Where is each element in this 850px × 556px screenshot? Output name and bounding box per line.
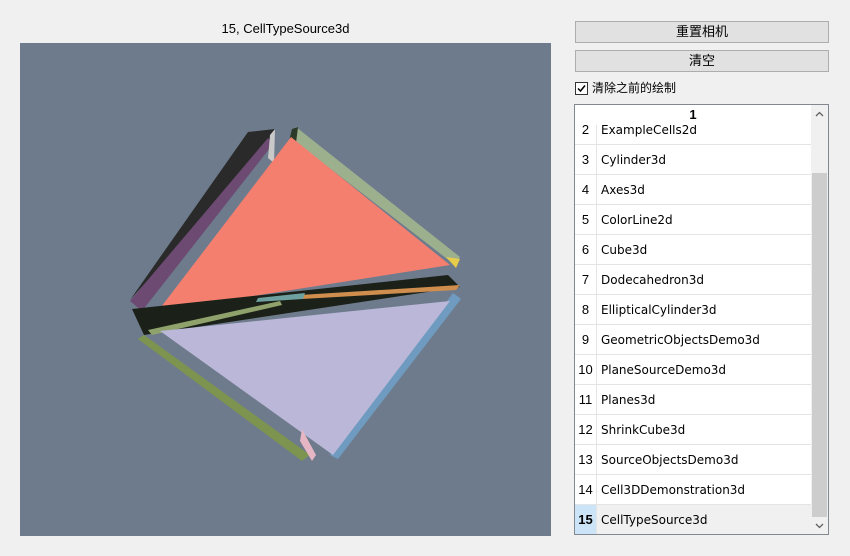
- row-name: GeometricObjectsDemo3d: [601, 332, 760, 347]
- row-name: Planes3d: [601, 392, 656, 407]
- row-name: ShrinkCube3d: [601, 422, 686, 437]
- list-item[interactable]: 12 ShrinkCube3d: [575, 415, 811, 445]
- row-number: 4: [575, 175, 597, 204]
- row-number: 10: [575, 355, 597, 384]
- row-name: Cube3d: [601, 242, 648, 257]
- row-number: 8: [575, 295, 597, 324]
- row-number: 12: [575, 415, 597, 444]
- 3d-scene[interactable]: [20, 43, 551, 536]
- row-name: Dodecahedron3d: [601, 272, 705, 287]
- row-number: 9: [575, 325, 597, 354]
- clear-button[interactable]: 清空: [575, 50, 829, 72]
- scroll-down-arrow-icon[interactable]: [811, 517, 828, 534]
- list-item[interactable]: 4 Axes3d: [575, 175, 811, 205]
- list-item[interactable]: 3 Cylinder3d: [575, 145, 811, 175]
- list-item[interactable]: 9 GeometricObjectsDemo3d: [575, 325, 811, 355]
- clear-previous-label: 清除之前的绘制: [592, 81, 677, 95]
- row-name: ColorLine2d: [601, 212, 673, 227]
- list-item[interactable]: 13 SourceObjectsDemo3d: [575, 445, 811, 475]
- render-viewport[interactable]: [20, 43, 551, 536]
- list-item[interactable]: 14 Cell3DDemonstration3d: [575, 475, 811, 505]
- row-number: 14: [575, 475, 597, 504]
- list-item[interactable]: 7 Dodecahedron3d: [575, 265, 811, 295]
- row-number: 5: [575, 205, 597, 234]
- row-number: 6: [575, 235, 597, 264]
- row-number: 11: [575, 385, 597, 414]
- row-name: PlaneSourceDemo3d: [601, 362, 727, 377]
- row-number: 15: [575, 505, 597, 534]
- row-number: 7: [575, 265, 597, 294]
- row-number: 13: [575, 445, 597, 474]
- list-item[interactable]: 6 Cube3d: [575, 235, 811, 265]
- list-item[interactable]: 11 Planes3d: [575, 385, 811, 415]
- list-item[interactable]: 5 ColorLine2d: [575, 205, 811, 235]
- view-title: 15, CellTypeSource3d: [221, 21, 350, 36]
- clear-previous-checkbox[interactable]: [575, 81, 588, 95]
- row-name: Axes3d: [601, 182, 645, 197]
- list-item[interactable]: 10 PlaneSourceDemo3d: [575, 355, 811, 385]
- list-scrollbar[interactable]: [811, 105, 828, 534]
- list-column-header: 1: [575, 105, 811, 125]
- scroll-thumb[interactable]: [812, 173, 827, 517]
- demo-list[interactable]: 1 2 ExampleCells2d 3 Cylinder3d 4 Axes3d…: [574, 104, 829, 535]
- row-number: 3: [575, 145, 597, 174]
- row-name: SourceObjectsDemo3d: [601, 452, 739, 467]
- clear-previous-checkbox-row[interactable]: 清除之前的绘制: [575, 79, 676, 97]
- list-item[interactable]: 8 EllipticalCylinder3d: [575, 295, 811, 325]
- reset-camera-button[interactable]: 重置相机: [575, 21, 829, 43]
- row-name: CellTypeSource3d: [601, 512, 708, 527]
- row-name: Cell3DDemonstration3d: [601, 482, 746, 497]
- checkmark-icon: [577, 84, 586, 92]
- list-item-selected[interactable]: 15 CellTypeSource3d: [575, 505, 811, 534]
- scroll-up-arrow-icon[interactable]: [811, 105, 828, 122]
- row-name: Cylinder3d: [601, 152, 666, 167]
- app-window: 15, CellTypeSource3d 重置相机 清空 清除之前的绘制 1 2…: [0, 0, 850, 556]
- list-rows: 2 ExampleCells2d 3 Cylinder3d 4 Axes3d 5…: [575, 115, 811, 534]
- row-name: EllipticalCylinder3d: [601, 302, 717, 317]
